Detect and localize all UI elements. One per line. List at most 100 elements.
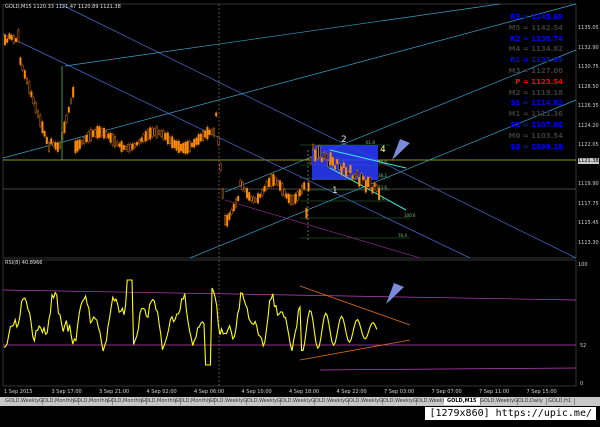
rsi-axis-52: 52 [580,343,587,349]
candle-body [102,127,105,139]
chart-tab[interactable]: GOLD,M15 [444,398,481,405]
candle-body [59,141,62,149]
candle-body [129,144,132,151]
candle-body [245,188,248,199]
time-tick: 4 Sep 02:00 [146,389,177,395]
candle-body [72,87,75,98]
price-tick: 1117.75 [578,200,599,207]
candle-body [21,65,24,71]
pivot-equals: = [520,67,532,75]
candle-body [39,114,42,127]
candle-body [26,78,29,84]
time-tick: 1 Sep 2015 [4,389,33,395]
candle-body [80,140,83,145]
candle-body [199,133,202,142]
candle-body [208,129,211,135]
candle-body [173,140,176,148]
time-tick: 4 Sep 22:00 [336,389,367,395]
candle-body [281,183,284,196]
pivot-equals: = [520,13,532,21]
pivot-value: 1111.36 [531,110,563,119]
pivot-equals: = [520,56,532,65]
candle-body [325,153,328,160]
candle-body [234,198,237,208]
candle-body [316,146,319,159]
time-tick: 7 Sep 15:00 [526,389,557,395]
pivot-value: 1131.89 [531,56,563,65]
watermark-stamp: [1279x860] https://upic.me/ [425,407,596,420]
rsi-axis-0: 0 [580,381,584,387]
candle-body [177,140,180,153]
pivot-equals: = [520,131,532,140]
pivot-s3: S3 = 1099.18 [510,143,563,151]
candle-body [250,196,253,201]
pivot-equals: = [520,45,532,54]
candle-body [65,114,68,123]
symbol-header: GOLD,M15 1120.33 1121.47 1120.89 1121.38 [5,4,121,10]
pivot-m2: M2 = 1119.18 [509,89,563,97]
candle-body [237,196,240,202]
candle-body [307,182,310,191]
candle-body [67,107,70,113]
pivot-label: M0 [508,131,521,140]
chart-tab[interactable]: GOLD,H1 [545,398,575,405]
candle-body [270,174,273,187]
candle-body [248,192,251,201]
candle-body [360,173,363,185]
candle-body [17,29,20,42]
candle-body [14,38,17,42]
candle-body [294,193,297,204]
candle-body [353,174,356,179]
pivot-value: 1107.00 [531,121,563,129]
pivot-label: M3 [508,67,521,75]
candle-body [96,125,99,139]
chart-tab-bar: GOLD,Weekly GOLD,Monthly GOLD,Monthly GOLD,… [0,397,600,406]
price-tick: 1126.35 [578,103,599,109]
candle-body [87,131,90,142]
time-tick: 4 Sep 06:00 [194,389,225,395]
candle-body [127,144,130,152]
time-tick: 4 Sep 18:00 [289,389,320,395]
candle-body [52,141,55,147]
candle-body [259,193,262,198]
candle-body [228,212,231,220]
candle-body [327,160,330,168]
candle-body [120,141,123,152]
candle-body [334,165,337,170]
candle-body [263,186,266,192]
candle-body [28,81,31,94]
candle-body [85,135,88,143]
pivot-m0: M0 = 1103.54 [509,132,563,140]
candle-body [122,145,125,150]
candle-body [283,189,286,197]
pivot-equals: = [520,121,532,129]
candle-body [78,139,81,149]
candle-body [358,177,361,187]
pivot-value: 1127.00 [531,67,563,75]
trading-chart[interactable]: GOLD,M15 1120.33 1121.47 1120.89 1121.38… [0,0,600,423]
candle-body [151,127,154,138]
pivot-m3: M3 = 1127.00 [509,67,563,75]
candle-body [10,35,13,40]
pivot-value: 1123.54 [531,77,563,86]
pivot-m4: M4 = 1134.82 [509,45,563,53]
candle-body [12,35,15,44]
candle-body [23,70,26,79]
candle-body [323,152,326,159]
candle-body [56,142,59,152]
candle-body [356,170,359,177]
candle-body [296,191,299,201]
time-tick: 4 Sep 10:00 [241,389,272,395]
candle-body [230,209,233,215]
candle-body [243,187,246,192]
candle-body [34,102,37,113]
candle-body [329,152,332,165]
candle-body [320,157,323,162]
candle-body [268,177,271,188]
candle-body [74,140,77,153]
candle-body [239,180,242,186]
pivot-m1: M1 = 1111.36 [509,110,563,118]
candle-body [367,176,370,187]
pivot-label: M1 [508,110,521,119]
chart-tab[interactable]: GOLD,Daily [511,398,547,405]
